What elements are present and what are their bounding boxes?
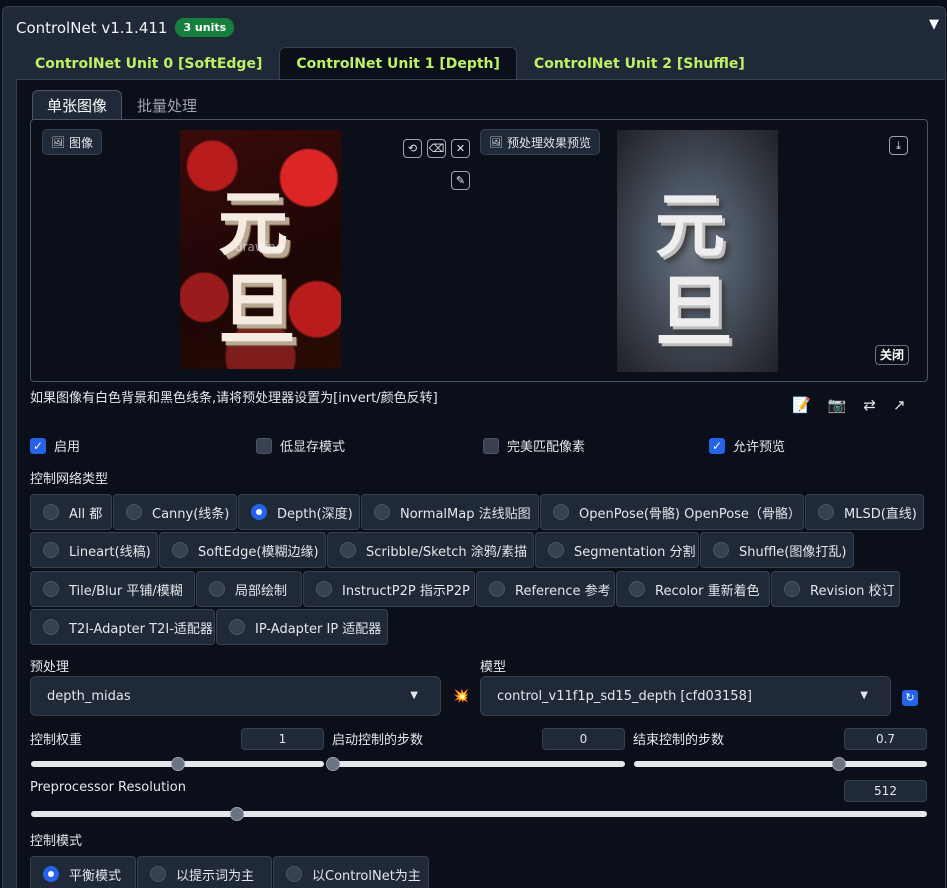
image-icon: 🖼 xyxy=(51,135,65,149)
control-type-option[interactable]: NormalMap 法线贴图 xyxy=(361,494,539,530)
start-step-input[interactable]: 0 xyxy=(542,728,625,750)
slider-handle[interactable] xyxy=(326,757,340,771)
weight-input[interactable]: 1 xyxy=(241,728,324,750)
swap-icon[interactable]: ⇄ xyxy=(863,396,876,414)
control-type-option[interactable]: Reference 参考 xyxy=(476,571,615,607)
start-step-slider[interactable] xyxy=(326,757,625,771)
control-type-option[interactable]: IP-Adapter IP 适配器 xyxy=(216,609,388,645)
refresh-icon[interactable]: ↻ xyxy=(902,690,918,706)
preprocessor-select[interactable]: depth_midas ▼ xyxy=(30,676,441,716)
enable-checkbox[interactable]: ✓ 启用 xyxy=(30,436,80,455)
control-type-option[interactable]: Segmentation 分割 xyxy=(535,532,699,568)
resolution-slider[interactable] xyxy=(31,807,927,821)
undo-icon[interactable]: ⟲ xyxy=(403,139,422,158)
eraser-icon[interactable]: ⌫ xyxy=(427,139,446,158)
model-label: 模型 xyxy=(480,660,507,675)
tab-unit-2[interactable]: ControlNet Unit 2 [Shuffle] xyxy=(517,47,762,79)
check-icon: ✓ xyxy=(30,437,46,454)
pixel-perfect-checkbox[interactable]: 完美匹配像素 xyxy=(483,436,585,455)
panel-header[interactable]: ControlNet v1.1.411 3 units xyxy=(16,18,235,37)
download-icon[interactable]: ⤓ xyxy=(889,136,908,155)
run-preprocessor-icon[interactable]: 💥 xyxy=(453,689,469,704)
control-type-option[interactable]: T2I-Adapter T2I-适配器 xyxy=(30,609,215,645)
resolution-label: Preprocessor Resolution xyxy=(30,780,186,795)
tab-single-image[interactable]: 单张图像 xyxy=(32,90,123,120)
control-type-label: 控制网络类型 xyxy=(30,472,109,487)
end-step-slider[interactable] xyxy=(634,757,927,771)
collapse-arrow-icon[interactable]: ▼ xyxy=(929,17,939,32)
control-type-option[interactable]: Revision 校订 xyxy=(771,571,900,607)
control-type-option[interactable]: Recolor 重新着色 xyxy=(616,571,770,607)
camera-icon[interactable]: 📷 xyxy=(828,396,847,414)
control-type-option[interactable]: OpenPose(骨骼) OpenPose（骨骼） xyxy=(540,494,804,530)
close-icon[interactable]: ✕ xyxy=(451,139,470,158)
control-type-option[interactable]: Tile/Blur 平铺/模糊 xyxy=(30,571,195,607)
model-select[interactable]: control_v11f1p_sd15_depth [cfd03158] ▼ xyxy=(480,676,891,716)
watermark: drawing xyxy=(235,240,284,254)
panel-title: ControlNet v1.1.411 xyxy=(16,18,168,37)
end-step-input[interactable]: 0.7 xyxy=(844,728,927,750)
control-type-option[interactable]: 局部绘制 xyxy=(196,571,302,607)
image-tabs: 单张图像 批量处理 xyxy=(32,90,212,120)
chevron-down-icon: ▼ xyxy=(410,690,418,701)
control-type-option[interactable]: Shuffle(图像打乱) xyxy=(700,532,854,568)
control-mode-label: 控制模式 xyxy=(30,834,83,849)
control-type-option[interactable]: Canny(线条) xyxy=(113,494,237,530)
control-type-option[interactable]: SoftEdge(模糊边缘) xyxy=(159,532,326,568)
tab-unit-0[interactable]: ControlNet Unit 0 [SoftEdge] xyxy=(18,47,279,79)
control-mode-radio-group: 平衡模式 以提示词为主 以ControlNet为主 xyxy=(30,856,930,888)
control-type-option[interactable]: Lineart(线稿) xyxy=(30,532,158,568)
slider-handle[interactable] xyxy=(170,757,185,771)
unit-tabs: ControlNet Unit 0 [SoftEdge] ControlNet … xyxy=(18,47,762,79)
depth-preview-image: 元 旦 xyxy=(617,130,778,372)
weight-slider[interactable] xyxy=(31,757,324,771)
tab-unit-1[interactable]: ControlNet Unit 1 [Depth] xyxy=(279,47,517,79)
low-vram-checkbox[interactable]: 低显存模式 xyxy=(256,436,345,455)
chevron-down-icon: ▼ xyxy=(860,690,868,701)
send-dimensions-icon[interactable]: ↗ xyxy=(893,396,906,414)
control-mode-option[interactable]: 以ControlNet为主 xyxy=(273,856,429,888)
brush-icon[interactable]: ✎ xyxy=(451,171,470,190)
end-step-label: 结束控制的步数 xyxy=(633,733,725,748)
preview-label: 🖼 预处理效果预览 xyxy=(480,129,600,155)
control-type-option[interactable]: InstructP2P 指示P2P xyxy=(303,571,475,607)
control-type-option[interactable]: Scribble/Sketch 涂鸦/素描 xyxy=(327,532,534,568)
resolution-input[interactable]: 512 xyxy=(844,780,927,802)
tab-batch[interactable]: 批量处理 xyxy=(122,90,212,120)
image-area xyxy=(30,119,928,382)
control-type-option[interactable]: Depth(深度) xyxy=(238,494,360,530)
control-type-option[interactable]: MLSD(直线) xyxy=(805,494,924,530)
check-icon: ✓ xyxy=(709,437,725,454)
slider-handle[interactable] xyxy=(230,807,245,821)
source-glyph-bottom: 旦 xyxy=(218,265,297,356)
depth-glyph-bottom: 旦 xyxy=(655,267,734,358)
hint-text: 如果图像有白色背景和黑色线条,请将预处理器设置为[invert/颜色反转] xyxy=(30,391,438,406)
action-icons: 📝 📷 ⇄ ↗ xyxy=(792,396,906,414)
source-image[interactable]: 元 旦 drawing xyxy=(180,130,341,369)
options-row: ✓ 启用 低显存模式 完美匹配像素 ✓ 允许预览 xyxy=(30,436,930,456)
control-type-option[interactable]: All 都 xyxy=(30,494,112,530)
control-mode-option[interactable]: 以提示词为主 xyxy=(137,856,272,888)
image-icon: 🖼 xyxy=(489,135,503,149)
units-badge: 3 units xyxy=(175,18,235,37)
weight-label: 控制权重 xyxy=(30,733,83,748)
start-step-label: 启动控制的步数 xyxy=(332,733,424,748)
input-image-label: 🖼 图像 xyxy=(42,129,102,155)
notepad-icon[interactable]: 📝 xyxy=(792,396,811,414)
allow-preview-checkbox[interactable]: ✓ 允许预览 xyxy=(709,436,785,455)
slider-handle[interactable] xyxy=(832,757,847,771)
control-mode-option[interactable]: 平衡模式 xyxy=(30,856,136,888)
close-preview-button[interactable]: 关闭 xyxy=(875,345,910,365)
preprocessor-label: 预处理 xyxy=(30,660,70,675)
